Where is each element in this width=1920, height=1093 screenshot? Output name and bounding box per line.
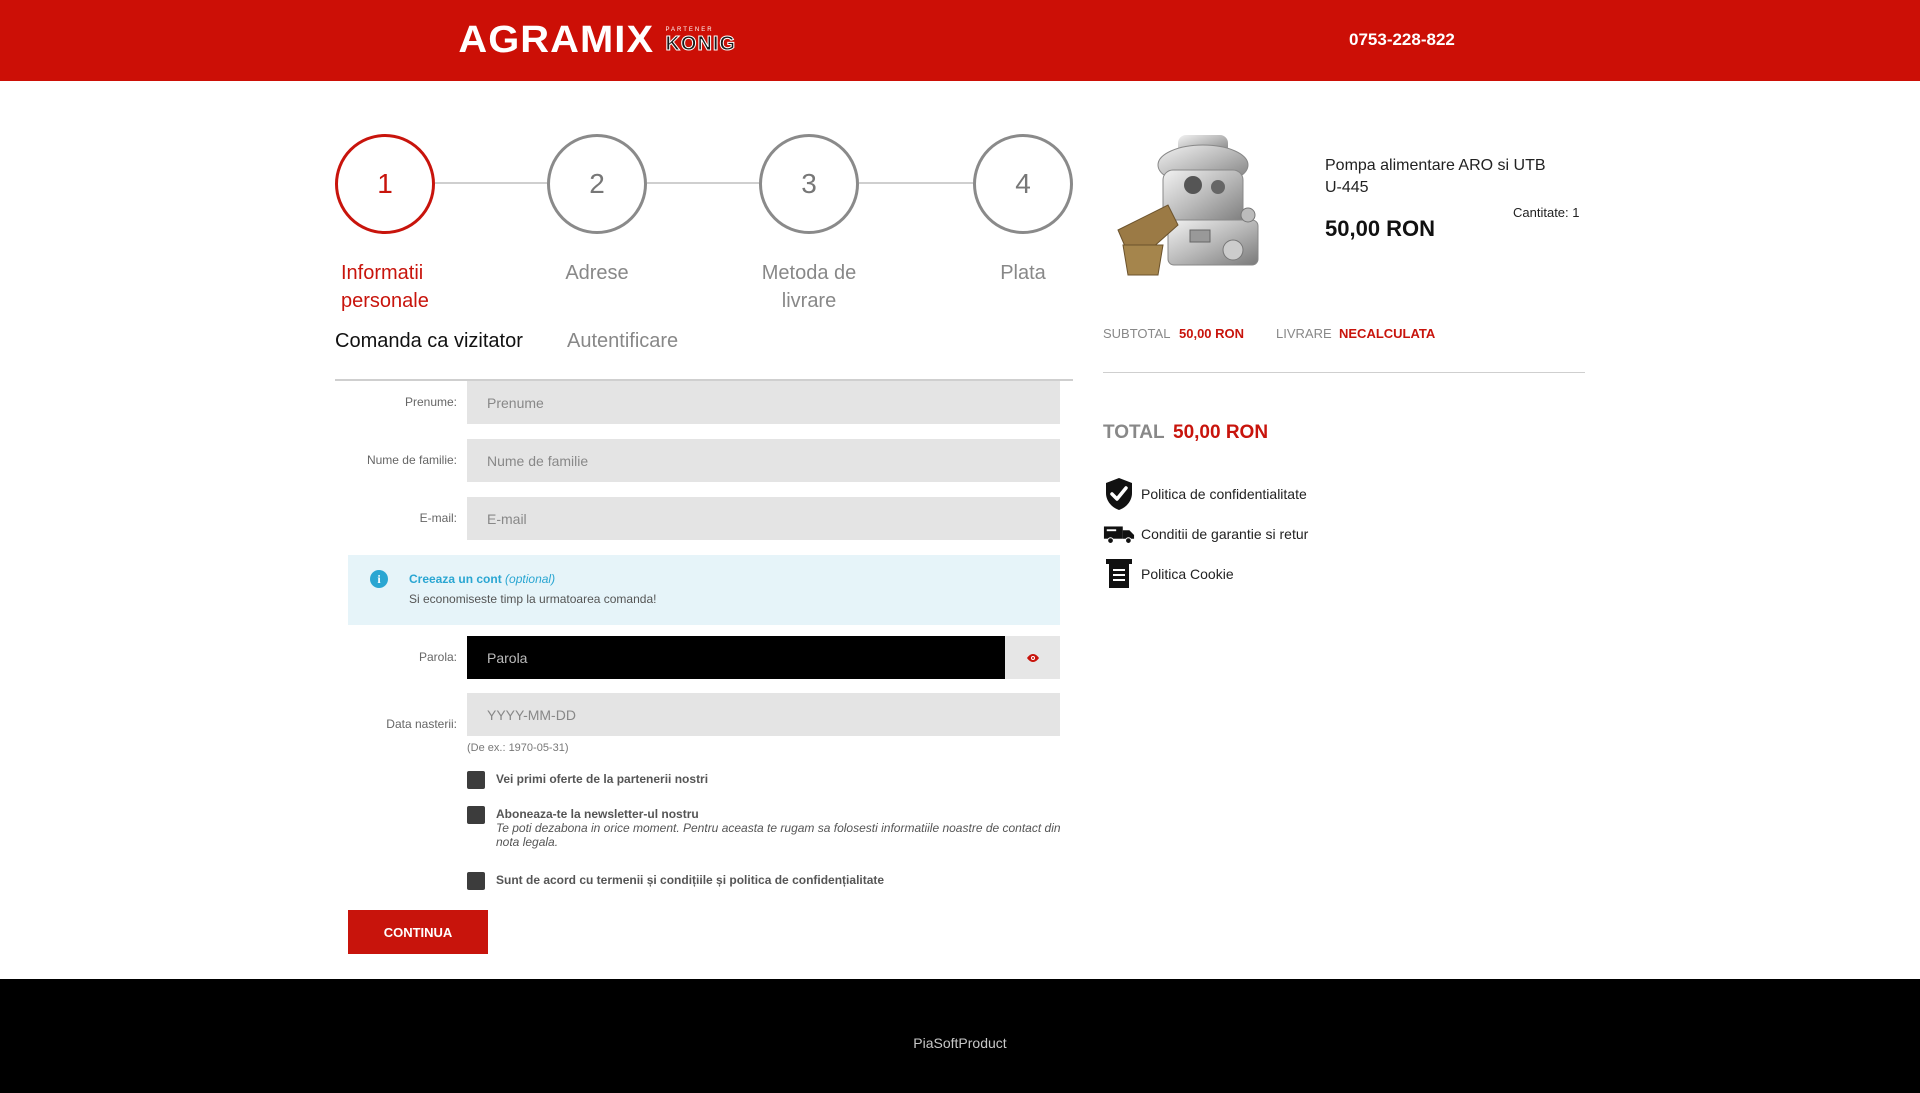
terms-checkbox[interactable] <box>467 872 485 890</box>
site-footer: PiaSoftProduct <box>0 979 1920 1093</box>
step-1-label: Informatii personale <box>341 262 429 312</box>
create-account-subtext: Si economiseste timp la urmatoarea coman… <box>409 592 657 606</box>
newsletter-checkbox[interactable] <box>467 806 485 824</box>
step-1-circle[interactable]: 1 <box>335 134 435 234</box>
step-connector <box>859 182 973 184</box>
total-value: 50,00 RON <box>1173 422 1269 443</box>
email-field[interactable] <box>467 497 1060 540</box>
phone-number[interactable]: 0753-228-822 <box>1349 30 1455 50</box>
policy-privacy-label: Politica de confidentialitate <box>1141 486 1307 502</box>
optional-text: (optional) <box>505 572 556 586</box>
shipping-value: NECALCULATA <box>1339 326 1436 341</box>
create-account-text: Creeaza un cont <box>409 572 502 586</box>
step-3-circle[interactable]: 3 <box>759 134 859 234</box>
info-icon: i <box>370 570 388 588</box>
offers-label: Vei primi oferte de la partenerii nostri <box>496 772 709 786</box>
offers-checkbox[interactable] <box>467 771 485 789</box>
continue-button[interactable]: CONTINUA <box>348 910 488 954</box>
first-name-label: Prenume: <box>404 395 457 409</box>
logo-text: AGRAMIX <box>458 18 655 61</box>
policy-cookie[interactable]: Politica Cookie <box>1103 556 1234 592</box>
partner-logo: PARTENER KONIG <box>665 27 737 55</box>
step-4-circle[interactable]: 4 <box>973 134 1073 234</box>
create-account-title[interactable]: Creeaza un cont (optional) <box>409 572 555 586</box>
policy-cookie-label: Politica Cookie <box>1141 566 1234 582</box>
site-logo[interactable]: AGRAMIX PARTENER KONIG <box>458 19 737 61</box>
step-connector <box>647 182 759 184</box>
product-image[interactable] <box>1108 125 1288 295</box>
shield-check-icon <box>1103 478 1135 510</box>
cookie-document-icon <box>1103 558 1135 590</box>
show-password-button[interactable] <box>1005 636 1060 679</box>
policy-privacy[interactable]: Politica de confidentialitate <box>1103 476 1307 512</box>
eye-icon <box>1026 653 1039 662</box>
terms-label: Sunt de acord cu termenii și condițiile … <box>496 873 885 887</box>
first-name-field[interactable] <box>467 381 1060 424</box>
birthdate-hint: (De ex.: 1970-05-31) <box>467 742 569 754</box>
partner-name: KONIG <box>665 32 737 55</box>
product-price: 50,00 RON <box>1325 216 1436 241</box>
step-2-label: Adrese <box>565 262 629 284</box>
tab-guest-order[interactable]: Comanda ca vizitator <box>335 330 523 353</box>
total-label: TOTAL <box>1103 422 1165 443</box>
email-label: E-mail: <box>419 511 457 525</box>
tab-login[interactable]: Autentificare <box>567 330 678 353</box>
product-name[interactable]: Pompa alimentare ARO si UTB U-445 <box>1325 155 1555 199</box>
last-name-label: Nume de familie: <box>366 453 457 467</box>
birthdate-label: Data nasterii: <box>386 717 457 731</box>
step-2-circle[interactable]: 2 <box>547 134 647 234</box>
newsletter-note: Te poti dezabona in orice moment. Pentru… <box>496 821 1061 849</box>
subtotal-value: 50,00 RON <box>1179 326 1245 341</box>
delivery-truck-icon <box>1103 518 1135 550</box>
product-quantity: Cantitate: 1 <box>1513 205 1580 220</box>
step-3-label: Metoda de livrare <box>761 262 857 312</box>
password-field[interactable] <box>467 636 1005 679</box>
fuel-pump-image-icon <box>1117 135 1259 276</box>
newsletter-label: Aboneaza-te la newsletter-ul nostru <box>496 807 699 821</box>
summary-divider <box>1103 372 1585 373</box>
policy-warranty-label: Conditii de garantie si retur <box>1141 526 1309 542</box>
footer-credit[interactable]: PiaSoftProduct <box>0 1035 1920 1051</box>
step-connector <box>435 182 547 184</box>
shipping-label: LIVRARE <box>1276 326 1332 341</box>
password-label: Parola: <box>418 650 457 664</box>
policy-warranty[interactable]: Conditii de garantie si retur <box>1103 516 1308 552</box>
subtotal-label: SUBTOTAL <box>1103 326 1171 341</box>
create-account-info: i Creeaza un cont (optional) Si economis… <box>348 555 1060 625</box>
site-header: AGRAMIX PARTENER KONIG 0753-228-822 <box>0 0 1920 81</box>
step-4-label: Plata <box>1000 262 1046 284</box>
birthdate-field[interactable] <box>467 693 1060 736</box>
last-name-field[interactable] <box>467 439 1060 482</box>
